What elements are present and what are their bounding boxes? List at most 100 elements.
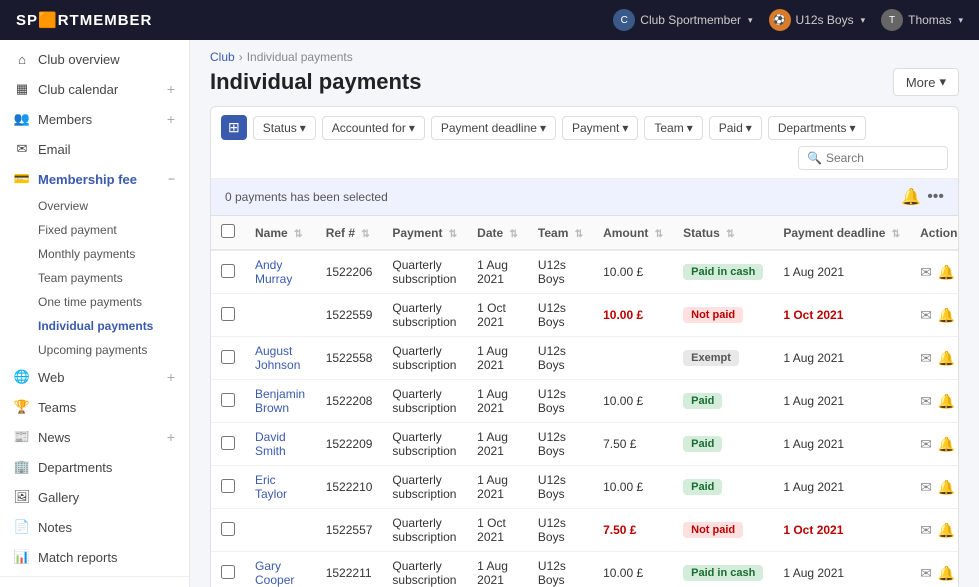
sidebar-sub-individual-payments[interactable]: Individual payments [38, 314, 189, 338]
member-name[interactable]: Benjamin Brown [255, 387, 305, 415]
sidebar-label-email: Email [38, 142, 175, 157]
th-amount[interactable]: Amount ⇅ [593, 216, 673, 250]
sidebar-item-notes[interactable]: 📄 Notes [0, 512, 189, 542]
notify-action-icon[interactable]: 🔔 [938, 479, 955, 496]
row-amount: 10.00 £ [593, 250, 673, 294]
email-action-icon[interactable]: ✉ [920, 307, 932, 324]
notify-action-icon[interactable]: 🔔 [938, 393, 955, 410]
row-deadline: 1 Aug 2021 [773, 466, 910, 509]
breadcrumb-club[interactable]: Club [210, 50, 235, 64]
sidebar-item-members[interactable]: 👥 Members + [0, 104, 189, 134]
sidebar-item-settings[interactable]: ⚙ [0, 583, 189, 587]
sidebar-item-match-reports[interactable]: 📊 Match reports [0, 542, 189, 572]
filter-paid[interactable]: Paid ▾ [709, 116, 762, 140]
row-checkbox[interactable] [221, 479, 235, 493]
teams-icon: 🏆 [14, 399, 30, 415]
member-name[interactable]: Eric Taylor [255, 473, 287, 501]
add-members-icon[interactable]: + [167, 111, 175, 127]
row-checkbox[interactable] [221, 522, 235, 536]
notify-selected-button[interactable]: 🔔 [901, 187, 921, 207]
grid-view-button[interactable]: ⊞ [221, 115, 247, 140]
add-calendar-icon[interactable]: + [167, 81, 175, 97]
th-name[interactable]: Name ⇅ [245, 216, 316, 250]
email-action-icon[interactable]: ✉ [920, 479, 932, 496]
email-action-icon[interactable]: ✉ [920, 264, 932, 281]
sidebar-item-gallery[interactable]: 🖼 Gallery [0, 482, 189, 512]
sidebar-item-club-calendar[interactable]: ▦ Club calendar + [0, 74, 189, 104]
email-action-icon[interactable]: ✉ [920, 436, 932, 453]
th-status[interactable]: Status ⇅ [673, 216, 773, 250]
search-input[interactable] [826, 151, 939, 165]
row-checkbox[interactable] [221, 393, 235, 407]
search-box[interactable]: 🔍 [798, 146, 948, 170]
row-checkbox-cell[interactable] [211, 552, 245, 587]
member-name[interactable]: David Smith [255, 430, 286, 458]
row-checkbox[interactable] [221, 264, 235, 278]
row-name [245, 294, 316, 337]
sidebar-sub-fixed-payment[interactable]: Fixed payment [38, 218, 189, 242]
logo: SP🟧RTMEMBER [16, 11, 152, 29]
row-checkbox[interactable] [221, 350, 235, 364]
sidebar-item-web[interactable]: 🌐 Web + [0, 362, 189, 392]
sidebar-sub-overview[interactable]: Overview [38, 194, 189, 218]
sidebar-item-news[interactable]: 📰 News + [0, 422, 189, 452]
email-action-icon[interactable]: ✉ [920, 350, 932, 367]
row-checkbox-cell[interactable] [211, 466, 245, 509]
email-action-icon[interactable]: ✉ [920, 393, 932, 410]
team-selector[interactable]: ⚽ U12s Boys ▾ [769, 9, 866, 31]
th-date[interactable]: Date ⇅ [467, 216, 528, 250]
filter-status[interactable]: Status ▾ [253, 116, 316, 140]
payments-table-container: ⊞ Status ▾ Accounted for ▾ Payment deadl… [210, 106, 959, 587]
email-action-icon[interactable]: ✉ [920, 565, 932, 582]
notify-action-icon[interactable]: 🔔 [938, 436, 955, 453]
th-team[interactable]: Team ⇅ [528, 216, 593, 250]
row-checkbox-cell[interactable] [211, 250, 245, 294]
sidebar-sub-monthly-payments[interactable]: Monthly payments [38, 242, 189, 266]
add-news-icon[interactable]: + [167, 429, 175, 445]
member-name[interactable]: Gary Cooper [255, 559, 294, 587]
notify-action-icon[interactable]: 🔔 [938, 264, 955, 281]
th-ref[interactable]: Ref # ⇅ [316, 216, 383, 250]
email-action-icon[interactable]: ✉ [920, 522, 932, 539]
select-all-checkbox[interactable] [221, 224, 235, 238]
row-checkbox-cell[interactable] [211, 294, 245, 337]
notify-action-icon[interactable]: 🔔 [938, 565, 955, 582]
user-menu[interactable]: T Thomas ▾ [881, 9, 963, 31]
sidebar-item-teams[interactable]: 🏆 Teams [0, 392, 189, 422]
sidebar-item-email[interactable]: ✉ Email [0, 134, 189, 164]
row-checkbox[interactable] [221, 565, 235, 579]
notify-action-icon[interactable]: 🔔 [938, 307, 955, 324]
th-payment[interactable]: Payment ⇅ [382, 216, 467, 250]
collapse-fee-icon[interactable]: − [168, 172, 175, 186]
filter-payment-deadline[interactable]: Payment deadline ▾ [431, 116, 556, 140]
filter-payment[interactable]: Payment ▾ [562, 116, 638, 140]
sidebar-label-departments: Departments [38, 460, 175, 475]
member-name[interactable]: Andy Murray [255, 258, 292, 286]
match-reports-icon: 📊 [14, 549, 30, 565]
notify-action-icon[interactable]: 🔔 [938, 350, 955, 367]
row-checkbox-cell[interactable] [211, 423, 245, 466]
th-deadline[interactable]: Payment deadline ⇅ [773, 216, 910, 250]
filter-team[interactable]: Team ▾ [644, 116, 702, 140]
sidebar-item-club-overview[interactable]: ⌂ Club overview [0, 44, 189, 74]
sidebar-sub-upcoming-payments[interactable]: Upcoming payments [38, 338, 189, 362]
add-web-icon[interactable]: + [167, 369, 175, 385]
row-deadline: 1 Aug 2021 [773, 552, 910, 587]
sidebar-item-departments[interactable]: 🏢 Departments [0, 452, 189, 482]
more-selected-button[interactable]: ••• [927, 187, 944, 207]
member-name[interactable]: August Johnson [255, 344, 300, 372]
filter-departments[interactable]: Departments ▾ [768, 116, 866, 140]
row-checkbox-cell[interactable] [211, 509, 245, 552]
sidebar-item-membership-fee[interactable]: 💳 Membership fee − [0, 164, 189, 194]
filter-accounted-for[interactable]: Accounted for ▾ [322, 116, 425, 140]
row-checkbox-cell[interactable] [211, 380, 245, 423]
club-selector[interactable]: C Club Sportmember ▾ [613, 9, 752, 31]
th-select-all[interactable] [211, 216, 245, 250]
row-checkbox[interactable] [221, 436, 235, 450]
sidebar-sub-one-time-payments[interactable]: One time payments [38, 290, 189, 314]
row-checkbox-cell[interactable] [211, 337, 245, 380]
sidebar-sub-team-payments[interactable]: Team payments [38, 266, 189, 290]
more-button[interactable]: More ▾ [893, 68, 959, 96]
row-checkbox[interactable] [221, 307, 235, 321]
notify-action-icon[interactable]: 🔔 [938, 522, 955, 539]
